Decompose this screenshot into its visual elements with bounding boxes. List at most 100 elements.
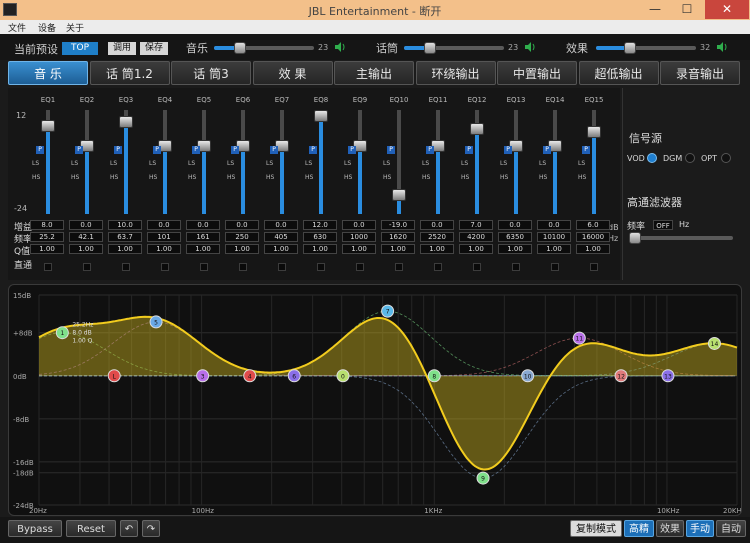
redo-button[interactable]: ↷ xyxy=(142,520,160,537)
tab-0[interactable]: 音 乐 xyxy=(8,61,88,85)
band-bypass-checkbox[interactable] xyxy=(551,263,559,271)
band-gain-field[interactable]: -19.0 xyxy=(381,220,415,230)
band-highshelf-button[interactable]: HS xyxy=(266,174,274,181)
band-highshelf-button[interactable]: HS xyxy=(110,174,118,181)
band-gain-field[interactable]: 7.0 xyxy=(459,220,493,230)
band-lowshelf-button[interactable]: LS xyxy=(383,160,390,167)
band-gain-field[interactable]: 0.0 xyxy=(498,220,532,230)
music-volume-slider[interactable] xyxy=(214,42,314,54)
band-bypass-checkbox[interactable] xyxy=(356,263,364,271)
band-fader[interactable] xyxy=(80,110,94,214)
mode-effect-button[interactable]: 效果 xyxy=(656,520,684,537)
frequency-response-graph[interactable]: 15dB +8dB 0dB -8dB -16dB -18dB -24dB 20Hz 100Hz 1… xyxy=(8,284,742,516)
band-q-field[interactable]: 1.00 xyxy=(30,244,64,254)
band-fader[interactable] xyxy=(275,110,289,214)
band-highshelf-button[interactable]: HS xyxy=(461,174,469,181)
tab-7[interactable]: 超低输出 xyxy=(578,61,659,85)
hpf-freq-value[interactable]: OFF xyxy=(653,220,673,230)
mic-volume-slider[interactable] xyxy=(404,42,504,54)
band-fader[interactable] xyxy=(41,110,55,214)
band-lowshelf-button[interactable]: LS xyxy=(266,160,273,167)
band-peak-button[interactable]: P xyxy=(543,146,551,154)
band-q-field[interactable]: 1.00 xyxy=(186,244,220,254)
band-bypass-checkbox[interactable] xyxy=(161,263,169,271)
band-peak-button[interactable]: P xyxy=(348,146,356,154)
band-gain-field[interactable]: 8.0 xyxy=(30,220,64,230)
band-bypass-checkbox[interactable] xyxy=(200,263,208,271)
band-gain-field[interactable]: 0.0 xyxy=(420,220,454,230)
band-lowshelf-button[interactable]: LS xyxy=(32,160,39,167)
band-lowshelf-button[interactable]: LS xyxy=(500,160,507,167)
band-lowshelf-button[interactable]: LS xyxy=(344,160,351,167)
source-option-opt[interactable] xyxy=(721,153,731,163)
save-button[interactable]: 保存 xyxy=(140,42,168,55)
band-gain-field[interactable]: 0.0 xyxy=(147,220,181,230)
band-freq-field[interactable]: 63.7 xyxy=(108,232,142,242)
band-highshelf-button[interactable]: HS xyxy=(32,174,40,181)
band-peak-button[interactable]: P xyxy=(426,146,434,154)
band-highshelf-button[interactable]: HS xyxy=(149,174,157,181)
band-q-field[interactable]: 1.00 xyxy=(303,244,337,254)
band-gain-field[interactable]: 0.0 xyxy=(69,220,103,230)
band-fader[interactable] xyxy=(236,110,250,214)
band-q-field[interactable]: 1.00 xyxy=(225,244,259,254)
speaker-icon[interactable] xyxy=(524,41,536,53)
band-fader[interactable] xyxy=(431,110,445,214)
band-bypass-checkbox[interactable] xyxy=(590,263,598,271)
tab-3[interactable]: 效 果 xyxy=(252,61,333,85)
band-gain-field[interactable]: 6.0 xyxy=(576,220,610,230)
band-peak-button[interactable]: P xyxy=(270,146,278,154)
band-q-field[interactable]: 1.00 xyxy=(459,244,493,254)
band-freq-field[interactable]: 630 xyxy=(303,232,337,242)
band-freq-field[interactable]: 405 xyxy=(264,232,298,242)
band-peak-button[interactable]: P xyxy=(114,146,122,154)
band-peak-button[interactable]: P xyxy=(387,146,395,154)
band-freq-field[interactable]: 42.1 xyxy=(69,232,103,242)
band-peak-button[interactable]: P xyxy=(582,146,590,154)
band-freq-field[interactable]: 2520 xyxy=(420,232,454,242)
band-q-field[interactable]: 1.00 xyxy=(498,244,532,254)
tab-2[interactable]: 话 筒3 xyxy=(171,61,251,85)
maximize-button[interactable]: ☐ xyxy=(672,0,702,19)
band-highshelf-button[interactable]: HS xyxy=(344,174,352,181)
band-bypass-checkbox[interactable] xyxy=(512,263,520,271)
band-q-field[interactable]: 1.00 xyxy=(537,244,571,254)
band-gain-field[interactable]: 12.0 xyxy=(303,220,337,230)
speaker-icon[interactable] xyxy=(334,41,346,53)
band-fader[interactable] xyxy=(587,110,601,214)
effect-volume-knob[interactable] xyxy=(624,42,637,54)
band-fader-knob[interactable] xyxy=(587,125,601,138)
band-peak-button[interactable]: P xyxy=(309,146,317,154)
mode-manual-button[interactable]: 手动 xyxy=(686,520,714,537)
band-highshelf-button[interactable]: HS xyxy=(422,174,430,181)
response-curve-svg[interactable]: 15dB+8dB0dB-8dB-16dB-18dB-24dB20Hz 100Hz 1… xyxy=(9,285,742,516)
band-bypass-checkbox[interactable] xyxy=(278,263,286,271)
band-q-field[interactable]: 1.00 xyxy=(576,244,610,254)
band-q-field[interactable]: 1.00 xyxy=(108,244,142,254)
band-bypass-checkbox[interactable] xyxy=(395,263,403,271)
music-volume-knob[interactable] xyxy=(234,42,247,54)
band-highshelf-button[interactable]: HS xyxy=(71,174,79,181)
tab-6[interactable]: 中置输出 xyxy=(497,61,577,85)
band-lowshelf-button[interactable]: LS xyxy=(461,160,468,167)
bypass-button[interactable]: Bypass xyxy=(8,520,62,537)
mode-hifi-button[interactable]: 高精 xyxy=(624,520,654,537)
band-fader[interactable] xyxy=(353,110,367,214)
band-freq-field[interactable]: 16000 xyxy=(576,232,610,242)
band-bypass-checkbox[interactable] xyxy=(83,263,91,271)
menu-file[interactable]: 文件 xyxy=(8,21,26,34)
source-option-dgm[interactable] xyxy=(685,153,695,163)
band-freq-field[interactable]: 10100 xyxy=(537,232,571,242)
hpf-knob[interactable] xyxy=(629,232,641,244)
band-peak-button[interactable]: P xyxy=(75,146,83,154)
band-fader[interactable] xyxy=(119,110,133,214)
minimize-button[interactable]: — xyxy=(640,0,670,19)
apply-button[interactable]: 调用 xyxy=(108,42,136,55)
band-peak-button[interactable]: P xyxy=(192,146,200,154)
band-lowshelf-button[interactable]: LS xyxy=(71,160,78,167)
band-lowshelf-button[interactable]: LS xyxy=(578,160,585,167)
band-lowshelf-button[interactable]: LS xyxy=(188,160,195,167)
band-gain-field[interactable]: 0.0 xyxy=(225,220,259,230)
band-highshelf-button[interactable]: HS xyxy=(539,174,547,181)
band-lowshelf-button[interactable]: LS xyxy=(227,160,234,167)
